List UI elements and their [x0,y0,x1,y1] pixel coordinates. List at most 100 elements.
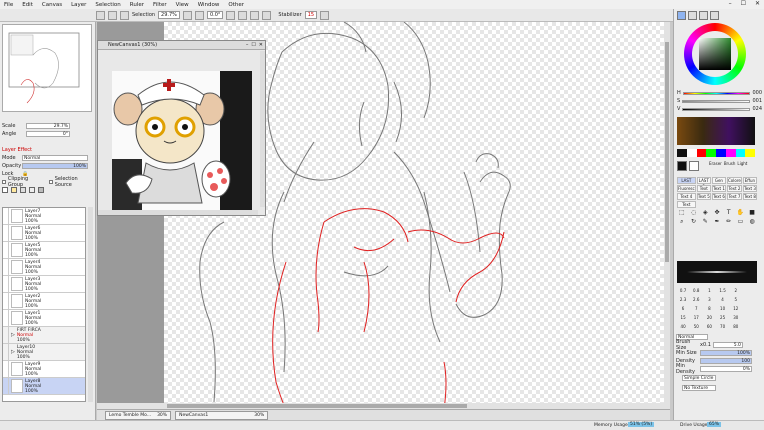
floating-hscrollbar[interactable] [98,210,258,215]
menu-filter[interactable]: Filter [153,2,167,8]
tool-tab[interactable]: Text 8 [742,193,757,200]
stabilizer-field[interactable]: 15 [304,11,318,19]
canvas-tab[interactable]: Lemo Temble Mo... 30% [105,410,172,420]
brush-name-brush[interactable]: Brush [724,161,736,173]
size-option[interactable] [743,305,755,313]
size-option[interactable]: 40 [677,323,689,331]
canvas-vscroll-thumb[interactable] [665,42,669,262]
mode-select[interactable]: Normal [22,155,88,161]
menu-canvas[interactable]: Canvas [42,2,62,8]
menu-layer[interactable]: Layer [71,2,86,8]
min-density-slider[interactable]: 0% [700,366,752,372]
delete-layer-icon[interactable] [38,187,44,193]
size-option[interactable]: 3 [703,296,715,304]
palette-swatch[interactable] [677,149,687,157]
tool-tab[interactable]: Text 6 [711,193,727,200]
canvas-hscroll-thumb[interactable] [167,404,467,408]
menu-window[interactable]: Window [198,2,220,8]
h-value[interactable]: 000 [752,90,762,96]
lasso-tool-icon[interactable]: ◌ [689,209,699,216]
float-maximize-button[interactable]: ☐ [251,42,255,48]
visibility-toggle[interactable] [3,258,9,276]
scale-field[interactable]: 29.7% [26,123,70,129]
color-wheel[interactable] [684,23,746,85]
size-option[interactable] [743,323,755,331]
tool-tab[interactable]: Text 2 [727,185,742,192]
size-option[interactable]: 20 [703,314,715,322]
tool-tab[interactable]: Gen [711,177,727,184]
move-tool-icon[interactable]: ✥ [712,209,722,216]
tool-tab[interactable]: Colore [727,177,742,184]
size-option[interactable]: 5 [730,296,742,304]
density-slider[interactable]: 100 [700,358,752,364]
canvas-vscrollbar[interactable] [664,22,670,409]
size-option[interactable]: 2.6 [690,296,702,304]
float-close-button[interactable]: ✕ [259,42,263,48]
size-option[interactable]: 80 [730,323,742,331]
tool-tab[interactable]: Text 7 [727,193,742,200]
rgb-tab[interactable] [688,11,697,20]
visibility-toggle[interactable] [3,360,9,378]
brush-size-multiplier[interactable]: x0.1 [700,342,711,348]
value-slider[interactable] [682,107,751,111]
zoom-in-button[interactable] [194,10,204,20]
size-option[interactable]: 70 [717,323,729,331]
size-option[interactable]: 2.3 [677,296,689,304]
size-option[interactable]: 0.7 [677,287,689,295]
brush-name-eraser[interactable]: Eraser [709,161,722,173]
layer-folder[interactable]: ▷ Layer10 Normal 100% [3,343,85,361]
visibility-toggle[interactable] [3,292,9,310]
maximize-button[interactable]: ☐ [741,0,746,7]
hsv-tab[interactable] [699,11,708,20]
layer-item[interactable]: Layer7 Normal 100% [3,207,85,225]
close-button[interactable]: ✕ [755,0,760,7]
layer-item[interactable]: Layer2 Normal 100% [3,292,85,310]
size-option[interactable]: 7 [690,305,702,313]
size-option[interactable]: 2 [730,287,742,295]
layer-item[interactable]: Layer6 Normal 100% [3,224,85,242]
zoom-tool-icon[interactable]: ⌕ [677,218,687,226]
tool-tab[interactable]: Text [696,185,711,192]
size-option[interactable]: 12 [730,305,742,313]
size-option[interactable]: 6 [677,305,689,313]
brush-tool-icon[interactable]: ✏ [724,218,734,226]
size-option[interactable]: 8 [703,305,715,313]
canvas-tab[interactable]: NewCanvas1 30% [175,410,269,420]
menu-view[interactable]: View [176,2,189,8]
size-option[interactable]: 30 [730,314,742,322]
layer-item[interactable]: Layer1 Normal 100% [3,309,85,327]
reset-rotation-button[interactable] [250,10,260,20]
swatch-tab[interactable] [710,11,719,20]
floating-canvas-window[interactable]: NewCanvas1 (30%) – ☐ ✕ [97,40,266,216]
menu-selection[interactable]: Selection [95,2,120,8]
tool-tab[interactable]: Text 4 [677,193,696,200]
sv-square[interactable] [699,38,731,70]
saturation-slider[interactable] [682,99,751,103]
floating-canvas-content[interactable] [112,71,252,211]
tool-tab[interactable]: Text 3 [742,185,757,192]
brush-name-light[interactable]: Light [737,161,747,173]
size-option[interactable]: 4 [717,296,729,304]
tool-tab[interactable]: Effun [742,177,757,184]
blur-tool-icon[interactable]: ◍ [747,218,757,226]
size-option[interactable]: 60 [703,323,715,331]
eraser-tool-icon[interactable]: ▭ [736,218,746,226]
deselect-button[interactable] [96,10,105,20]
s-value[interactable]: 001 [752,98,762,104]
text-tool-icon[interactable]: T [724,209,734,216]
size-option[interactable] [743,296,755,304]
new-layer-icon[interactable] [2,187,8,193]
rotate-left-button[interactable] [226,10,236,20]
stabilizer-toggle[interactable] [320,10,330,20]
pen-tool-icon[interactable]: ✒ [712,218,722,226]
size-option[interactable]: 25 [717,314,729,322]
floating-canvas-title[interactable]: NewCanvas1 (30%) [98,41,265,50]
selection-tool-icon[interactable]: ⬚ [677,209,687,216]
color-wheel-tab[interactable] [677,11,686,20]
size-option[interactable]: 10 [717,305,729,313]
visibility-toggle[interactable] [3,275,9,293]
size-option[interactable]: 0.8 [690,287,702,295]
brush-shape-select[interactable]: Simple Circle [682,375,716,381]
eyedropper-icon[interactable]: ✎ [700,218,710,226]
new-folder-icon[interactable] [11,187,17,193]
